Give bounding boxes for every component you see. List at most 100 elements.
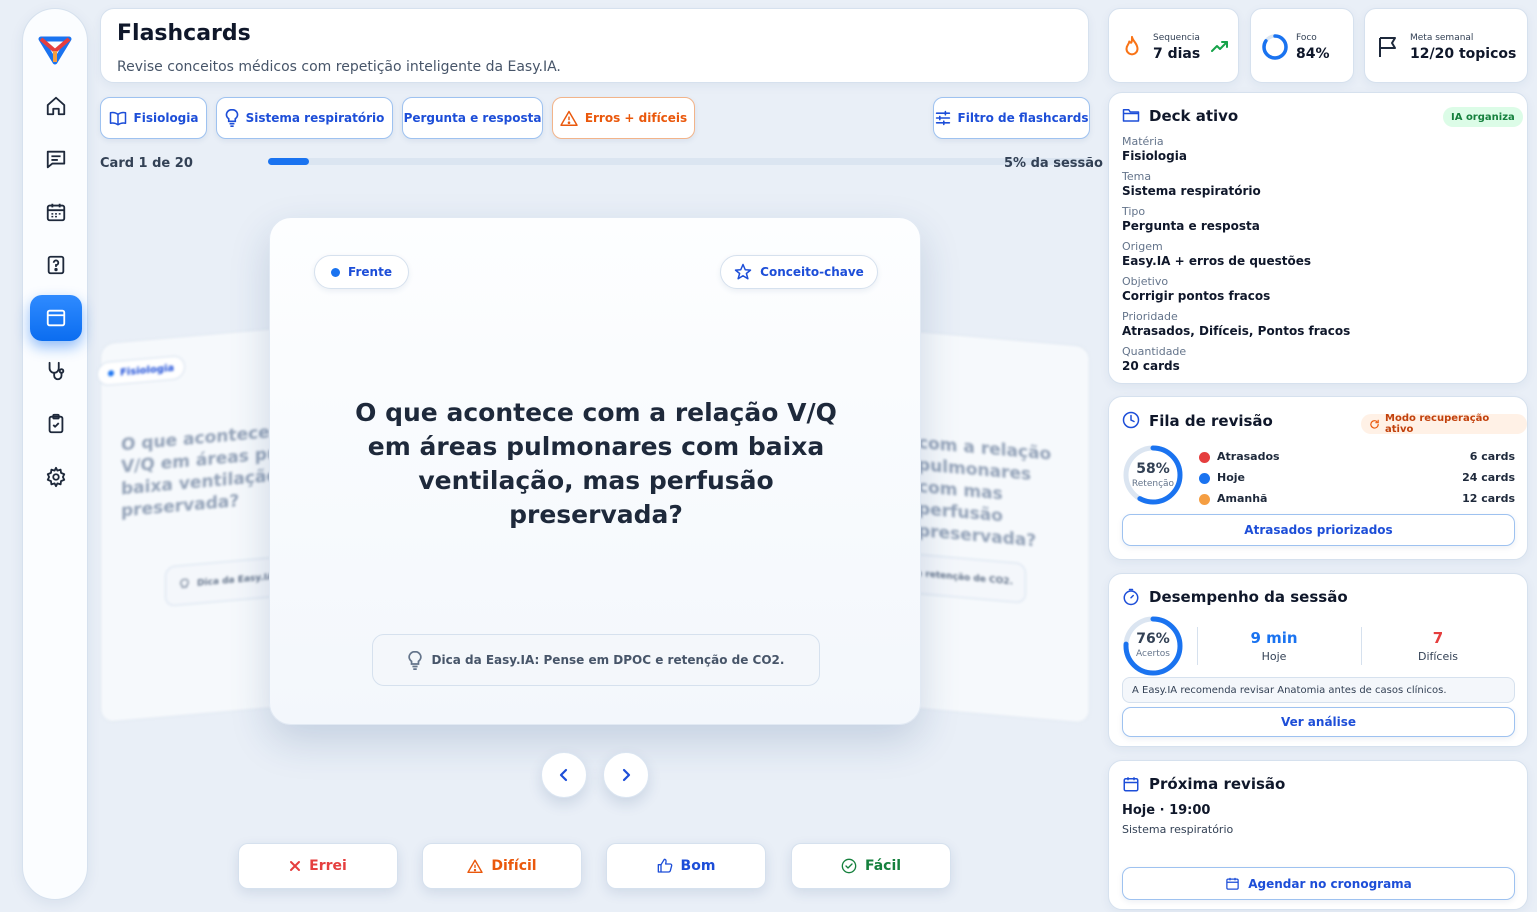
stat-focus: Foco 84% — [1250, 8, 1354, 83]
study-time-value: 9 min — [1250, 629, 1298, 647]
clock-icon — [1122, 411, 1140, 429]
sidebar-item-questions[interactable] — [30, 242, 82, 288]
filter-type[interactable]: Pergunta e resposta — [402, 97, 543, 139]
trend-up-icon — [1211, 39, 1229, 53]
queue-title: Fila de revisão — [1149, 412, 1273, 430]
answer-good-button[interactable]: Bom — [606, 843, 766, 889]
flashcard[interactable]: Frente Conceito-chave O que acontece com… — [269, 217, 921, 725]
next-card-button[interactable] — [603, 752, 649, 798]
session-progress-fill — [268, 158, 310, 165]
deck-field: Quantidade 20 cards — [1122, 345, 1186, 373]
answer-wrong-button[interactable]: Errei — [238, 843, 398, 889]
study-time-label: Hoje — [1261, 650, 1287, 663]
sidebar-item-clinical[interactable] — [30, 348, 82, 394]
session-progress-bar — [268, 158, 1090, 165]
stat-goal-label: Meta semanal — [1410, 33, 1474, 43]
next-review-time: Hoje · 19:00 — [1122, 803, 1211, 818]
chat-icon — [45, 148, 67, 170]
next-card-hint: C e retenção de CO2. — [905, 547, 1026, 604]
filter-topic-label: Sistema respiratório — [245, 111, 385, 125]
sidebar-item-settings[interactable] — [30, 454, 82, 500]
calendar-icon — [1225, 876, 1240, 891]
previous-card-button[interactable] — [541, 752, 587, 798]
home-icon — [45, 95, 67, 117]
deck-title: Deck ativo — [1149, 107, 1239, 125]
next-card-text: com a relação pulmonares com mas perfusã… — [918, 433, 1052, 552]
filter-mode[interactable]: Erros + difíceis — [552, 97, 695, 139]
queue-row-count: 6 cards — [1469, 450, 1515, 463]
deck-field-value: Fisiologia — [1122, 149, 1187, 163]
session-performance-panel: Desempenho da sessão 76% Acertos 9 min H… — [1108, 573, 1528, 747]
page-title: Flashcards — [117, 21, 251, 46]
sidebar-item-tasks[interactable] — [30, 401, 82, 447]
queue-row-count: 24 cards — [1462, 471, 1515, 484]
card-hint[interactable]: Dica da Easy.IA: Pense em DPOC e retençã… — [372, 634, 820, 686]
ai-recommendation: A Easy.IA recomenda revisar Anatomia ant… — [1122, 677, 1515, 703]
card-side-pill: Frente — [314, 255, 409, 289]
answer-wrong-label: Errei — [309, 858, 347, 874]
star-icon — [734, 263, 752, 281]
queue-row-name: Amanhã — [1217, 492, 1268, 505]
deck-field-value: Pergunta e resposta — [1122, 219, 1260, 233]
prioritized-overdue-button[interactable]: Atrasados priorizados — [1122, 514, 1515, 546]
deck-field-key: Objetivo — [1122, 275, 1169, 288]
chevron-left-icon — [557, 768, 571, 782]
view-analysis-button[interactable]: Ver análise — [1122, 707, 1515, 737]
app-logo[interactable] — [38, 31, 72, 65]
next-review-topic: Sistema respiratório — [1122, 823, 1234, 836]
book-open-icon — [109, 110, 127, 126]
status-dot-icon — [1199, 452, 1210, 463]
schedule-button[interactable]: Agendar no cronograma — [1122, 867, 1515, 900]
stat-streak: Sequencia 7 dias — [1108, 8, 1239, 83]
card-tag-pill[interactable]: Conceito-chave — [720, 255, 878, 289]
thumbs-up-icon — [657, 858, 673, 874]
page-subtitle: Revise conceitos médicos com repetição i… — [117, 59, 561, 75]
deck-field-key: Tema — [1122, 170, 1152, 183]
answer-hard-button[interactable]: Difícil — [422, 843, 582, 889]
card-counter: Card 1 de 20 — [100, 156, 193, 171]
sidebar-item-home[interactable] — [30, 83, 82, 129]
accuracy-value: 76% — [1136, 631, 1170, 647]
page-header: Flashcards Revise conceitos médicos com … — [100, 8, 1089, 83]
previous-card-preview: Fisiologia O que acontece com a relação … — [97, 326, 420, 724]
refresh-icon — [1369, 419, 1380, 430]
filter-topic[interactable]: Sistema respiratório — [216, 97, 393, 139]
deck-field: Objetivo Corrigir pontos fracos — [1122, 275, 1270, 303]
deck-field-value: Sistema respiratório — [1122, 184, 1261, 198]
deck-field-value: Atrasados, Difíceis, Pontos fracos — [1122, 324, 1351, 338]
deck-field: Prioridade Atrasados, Difíceis, Pontos fr… — [1122, 310, 1350, 338]
accuracy-label: Acertos — [1136, 649, 1170, 659]
side-dot-icon — [331, 267, 341, 277]
divider — [1361, 627, 1362, 665]
flag-icon — [1377, 35, 1399, 59]
clipboard-check-icon — [45, 413, 67, 435]
stat-focus-value: 84% — [1296, 46, 1330, 62]
next-review-title: Próxima revisão — [1149, 775, 1286, 793]
hard-count-value: 7 — [1432, 629, 1444, 647]
sidebar-item-calendar[interactable] — [30, 189, 82, 235]
filter-type-label: Pergunta e resposta — [403, 111, 542, 125]
next-card-preview: com a relação pulmonares com mas perfusã… — [905, 329, 1090, 725]
previous-card-tag: Fisiologia — [120, 362, 175, 379]
deck-field-value: Corrigir pontos fracos — [1122, 289, 1271, 303]
sidebar-item-flashcards[interactable] — [30, 295, 82, 341]
queue-row-count: 12 cards — [1462, 492, 1515, 505]
schedule-label: Agendar no cronograma — [1248, 876, 1412, 891]
filter-mode-label: Erros + difíceis — [584, 111, 688, 125]
card-hint-text: Dica da Easy.IA: Pense em DPOC e retençã… — [431, 653, 785, 667]
view-analysis-label: Ver análise — [1280, 715, 1357, 729]
answer-easy-button[interactable]: Fácil — [791, 843, 951, 889]
queue-row-name: Hoje — [1217, 471, 1245, 484]
flashcard-filter-button[interactable]: Filtro de flashcards — [933, 97, 1090, 139]
deck-field-key: Prioridade — [1122, 310, 1178, 323]
card-side-label: Frente — [348, 265, 392, 279]
warning-icon — [467, 859, 484, 873]
calendar-icon — [1122, 775, 1140, 793]
folder-icon — [1122, 107, 1140, 123]
flame-icon — [1121, 35, 1143, 59]
sidebar-item-chat[interactable] — [30, 136, 82, 182]
flashcard-filter-label: Filtro de flashcards — [957, 111, 1089, 125]
filter-subject[interactable]: Fisiologia — [100, 97, 207, 139]
calendar-icon — [45, 201, 67, 223]
close-icon — [289, 860, 301, 872]
